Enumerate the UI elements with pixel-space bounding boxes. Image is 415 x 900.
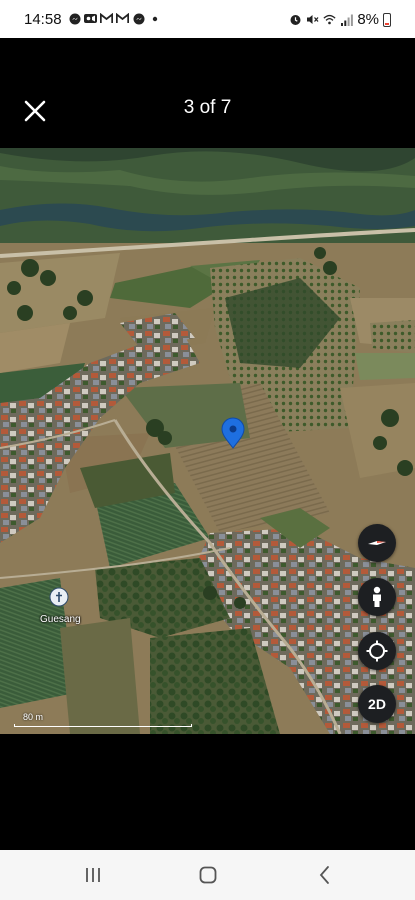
alarm-icon xyxy=(289,13,302,26)
scale-label: 80 m xyxy=(23,712,44,722)
back-button[interactable] xyxy=(310,862,340,888)
wifi-icon xyxy=(323,13,336,26)
image-counter: 3 of 7 xyxy=(183,97,232,118)
satellite-map[interactable]: Guesang 80 m 2D xyxy=(0,148,415,734)
recent-apps-button[interactable] xyxy=(78,862,108,888)
home-button[interactable] xyxy=(193,862,223,888)
system-icons: 8% xyxy=(289,11,391,28)
gmail-icon xyxy=(116,12,129,25)
mute-icon xyxy=(306,13,319,26)
notification-icons xyxy=(68,12,161,25)
view-mode-2d-button[interactable]: 2D xyxy=(358,685,396,723)
compass-button[interactable] xyxy=(358,524,396,562)
status-bar: 14:58 8% xyxy=(0,0,415,38)
battery-percent: 8% xyxy=(357,11,379,28)
system-nav-bar xyxy=(0,850,415,900)
place-marker-icon[interactable] xyxy=(49,587,69,607)
compass-icon xyxy=(368,541,386,545)
dot-icon xyxy=(148,12,161,25)
back-icon xyxy=(319,866,329,884)
scale-bar xyxy=(14,724,192,727)
messenger-icon xyxy=(132,12,145,25)
signal-icon xyxy=(340,13,353,26)
satellite-image xyxy=(0,148,415,734)
street-view-button[interactable] xyxy=(358,578,396,616)
place-label: Guesang xyxy=(40,614,81,625)
gmail-icon xyxy=(100,12,113,25)
messenger-icon xyxy=(68,12,81,25)
status-time: 14:58 xyxy=(24,11,62,28)
viewer-header: 3 of 7 xyxy=(0,38,415,148)
my-location-button[interactable] xyxy=(358,632,396,670)
my-location-icon xyxy=(366,640,388,662)
pegman-icon xyxy=(373,586,381,607)
video-icon xyxy=(84,12,97,25)
battery-icon xyxy=(383,12,391,27)
home-icon xyxy=(199,866,217,884)
recent-apps-icon xyxy=(86,868,100,882)
